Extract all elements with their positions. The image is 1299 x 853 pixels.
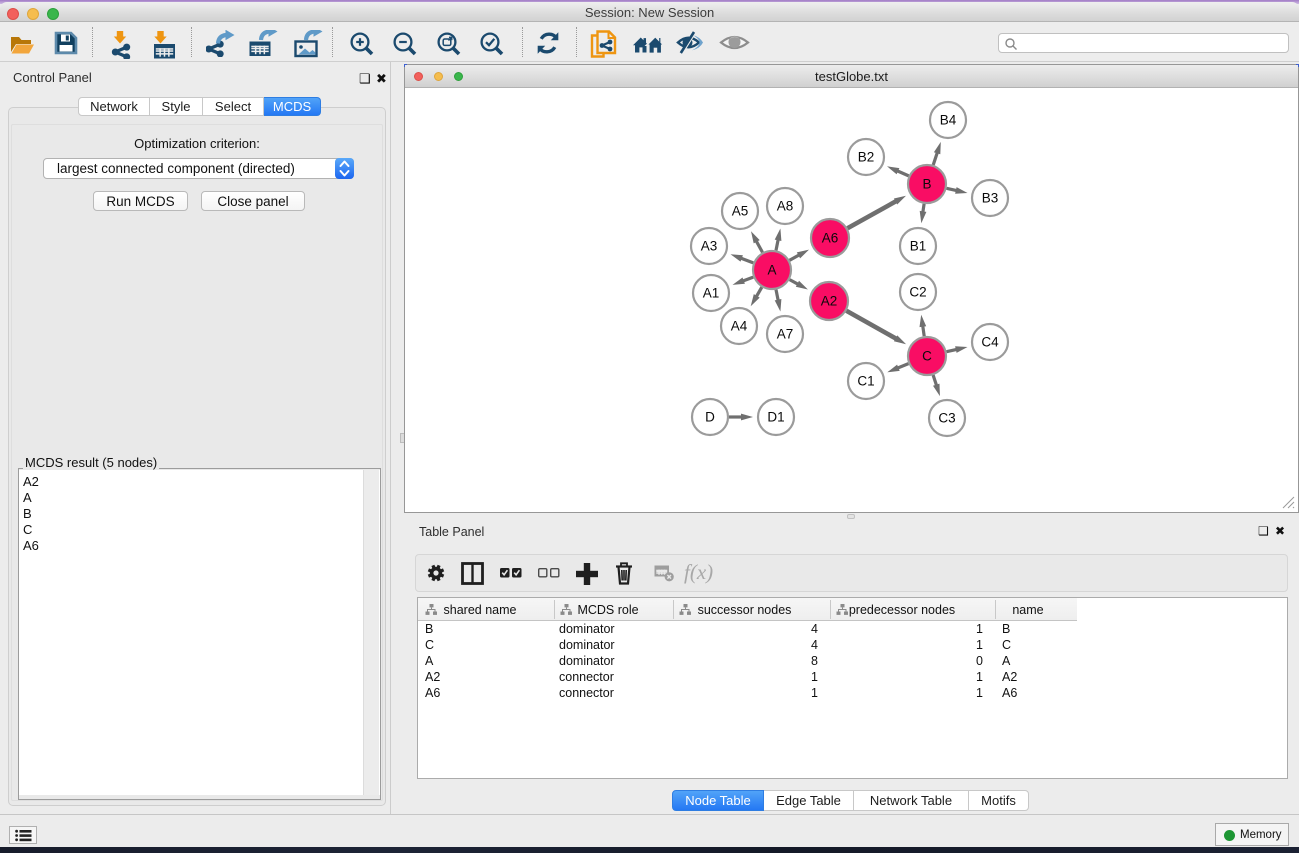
svg-text:C4: C4 <box>981 335 999 350</box>
svg-text:B3: B3 <box>982 191 999 206</box>
svg-text:A1: A1 <box>703 286 720 301</box>
svg-text:B2: B2 <box>858 150 875 165</box>
svg-text:D1: D1 <box>767 410 784 425</box>
svg-text:C2: C2 <box>909 285 926 300</box>
svg-text:B1: B1 <box>910 239 927 254</box>
svg-text:A6: A6 <box>822 231 839 246</box>
svg-text:A4: A4 <box>731 319 748 334</box>
svg-text:B: B <box>922 177 931 192</box>
svg-text:C3: C3 <box>938 411 955 426</box>
svg-text:C1: C1 <box>857 374 874 389</box>
svg-text:A: A <box>767 263 776 278</box>
svg-text:A3: A3 <box>701 239 718 254</box>
svg-text:B4: B4 <box>940 113 957 128</box>
svg-text:C: C <box>922 349 932 364</box>
svg-text:A2: A2 <box>821 294 838 309</box>
svg-text:A7: A7 <box>777 327 794 342</box>
svg-text:D: D <box>705 410 715 425</box>
svg-text:A8: A8 <box>777 199 794 214</box>
svg-text:A5: A5 <box>732 204 749 219</box>
